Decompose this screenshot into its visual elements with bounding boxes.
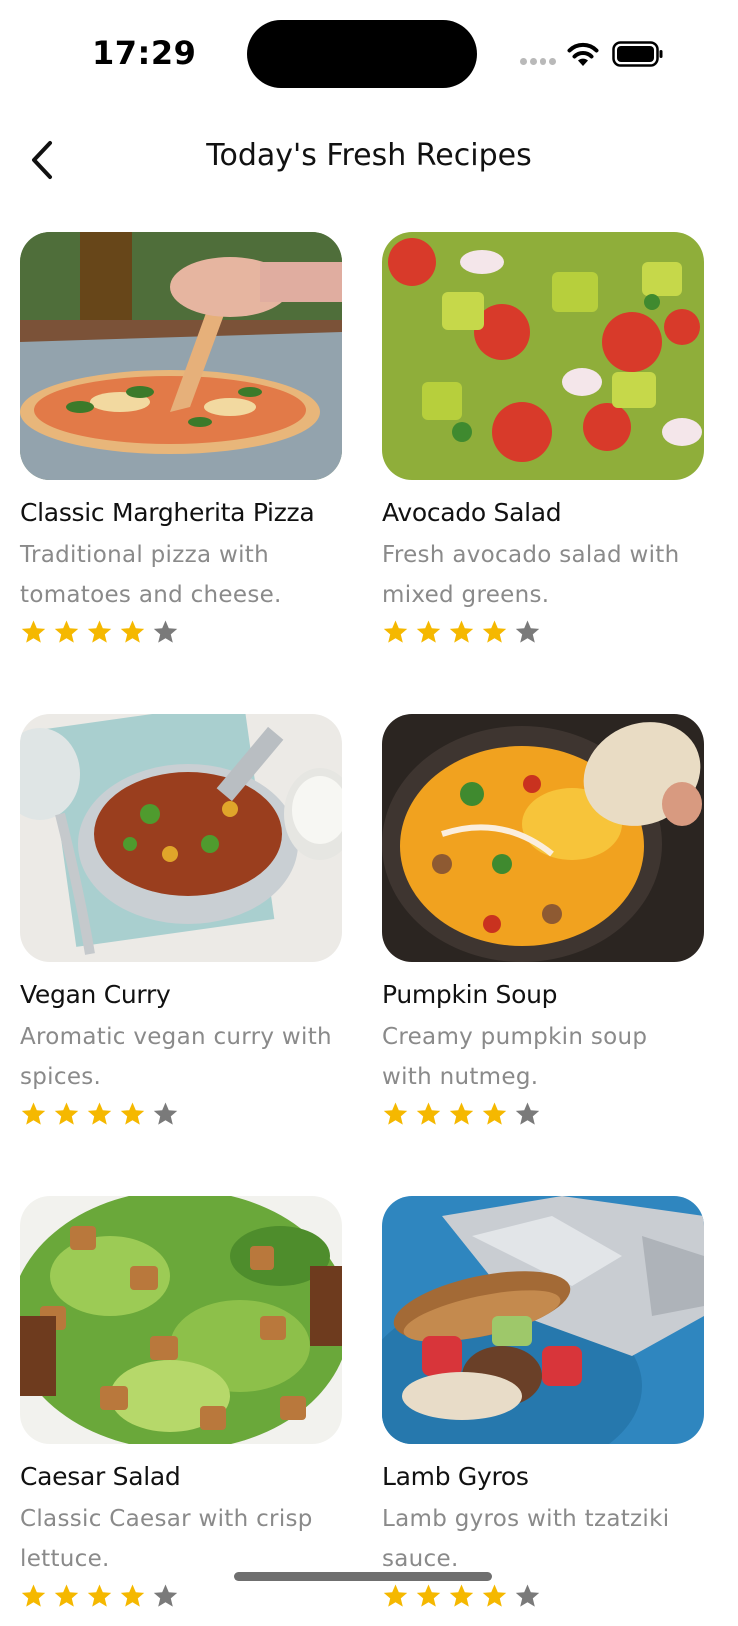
star-filled-icon (21, 1584, 46, 1607)
star-filled-icon (54, 620, 79, 643)
star-filled-icon (120, 1102, 145, 1125)
recipe-card[interactable]: Pumpkin Soup Creamy pumpkin soup with nu… (382, 714, 704, 1144)
star-filled-icon (54, 1584, 79, 1607)
recipe-card[interactable]: Classic Margherita Pizza Traditional piz… (20, 232, 342, 662)
recipe-grid: Classic Margherita Pizza Traditional piz… (20, 232, 704, 1626)
star-filled-icon (449, 620, 474, 643)
star-filled-icon (87, 620, 112, 643)
star-filled-icon (416, 1102, 441, 1125)
vegan-curry-photo (20, 714, 342, 962)
star-filled-icon (449, 1102, 474, 1125)
star-filled-icon (416, 1584, 441, 1607)
star-filled-icon (482, 1584, 507, 1607)
star-empty-icon (515, 620, 540, 643)
star-filled-icon (21, 620, 46, 643)
pumpkin-soup-photo (382, 714, 704, 962)
lamb-gyros-photo (382, 1196, 704, 1444)
caesar-salad-photo (20, 1196, 342, 1444)
star-empty-icon (515, 1584, 540, 1607)
recipe-title: Avocado Salad (382, 498, 562, 527)
star-filled-icon (383, 1102, 408, 1125)
recipe-title: Classic Margherita Pizza (20, 498, 315, 527)
star-rating (20, 1581, 342, 1611)
status-bar: 17:29 (0, 0, 738, 100)
star-filled-icon (416, 620, 441, 643)
star-empty-icon (153, 1102, 178, 1125)
recipe-description: Creamy pumpkin soup with nutmeg. (382, 1024, 648, 1090)
recipe-title: Vegan Curry (20, 980, 171, 1009)
recipe-description: Fresh avocado salad with mixed greens. (382, 542, 680, 608)
star-filled-icon (482, 620, 507, 643)
star-filled-icon (482, 1102, 507, 1125)
wifi-icon (567, 42, 599, 66)
page-title: Today's Fresh Recipes (206, 138, 532, 173)
dynamic-island (247, 20, 477, 88)
cellular-signal-icon (520, 58, 556, 66)
recipe-card[interactable]: Vegan Curry Aromatic vegan curry with sp… (20, 714, 342, 1144)
star-filled-icon (120, 1584, 145, 1607)
star-filled-icon (54, 1102, 79, 1125)
avocado-salad-photo (382, 232, 704, 480)
recipe-card[interactable]: Avocado Salad Fresh avocado salad with m… (382, 232, 704, 662)
home-indicator (234, 1572, 492, 1581)
star-filled-icon (21, 1102, 46, 1125)
recipe-title: Caesar Salad (20, 1462, 181, 1491)
star-filled-icon (383, 620, 408, 643)
star-rating (382, 617, 704, 647)
recipe-title: Pumpkin Soup (382, 980, 558, 1009)
navigation-bar: Today's Fresh Recipes (0, 120, 738, 200)
star-empty-icon (153, 1584, 178, 1607)
recipe-card[interactable]: Lamb Gyros Lamb gyros with tzatziki sauc… (382, 1196, 704, 1626)
star-rating (20, 617, 342, 647)
star-filled-icon (120, 620, 145, 643)
recipe-description: Classic Caesar with crisp lettuce. (20, 1506, 313, 1572)
star-filled-icon (449, 1584, 474, 1607)
recipe-card[interactable]: Caesar Salad Classic Caesar with crisp l… (20, 1196, 342, 1626)
star-filled-icon (87, 1584, 112, 1607)
star-empty-icon (515, 1102, 540, 1125)
star-filled-icon (383, 1584, 408, 1607)
recipe-description: Aromatic vegan curry with spices. (20, 1024, 332, 1090)
battery-icon (612, 41, 663, 67)
star-empty-icon (153, 620, 178, 643)
star-filled-icon (87, 1102, 112, 1125)
pizza-photo (20, 232, 342, 480)
star-rating (382, 1581, 704, 1611)
star-rating (20, 1099, 342, 1129)
recipe-description: Lamb gyros with tzatziki sauce. (382, 1506, 670, 1572)
star-rating (382, 1099, 704, 1129)
recipe-title: Lamb Gyros (382, 1462, 529, 1491)
recipe-description: Traditional pizza with tomatoes and chee… (20, 542, 282, 608)
status-time: 17:29 (92, 34, 197, 72)
